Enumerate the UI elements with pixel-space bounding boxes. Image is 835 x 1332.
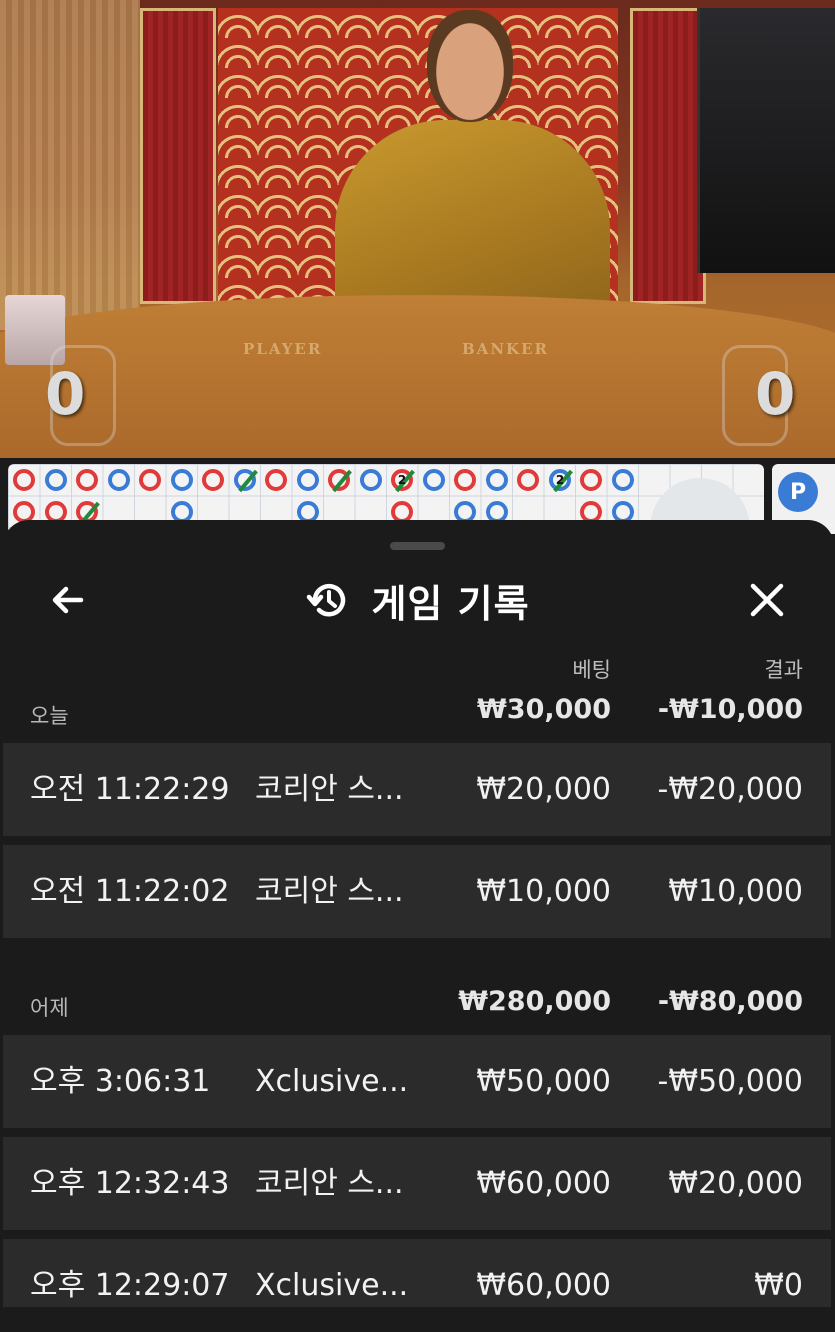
bead-banker: [13, 469, 35, 491]
baccarat-table: [0, 295, 835, 458]
dealer-body: [335, 120, 610, 320]
bead-banker: [76, 469, 98, 491]
bead-banker: [265, 469, 287, 491]
row-bet: ₩60,000: [476, 1268, 611, 1303]
bead-banker: [580, 469, 602, 491]
group-bet-total: ₩30,000: [477, 694, 611, 725]
group-label-today: 오늘: [30, 704, 69, 728]
group-label-yesterday: 어제: [30, 996, 69, 1020]
history-row[interactable]: 오전 11:22:02 코리안 스... ₩10,000 ₩10,000: [3, 845, 831, 938]
row-game: 코리안 스...: [255, 874, 404, 909]
close-icon: [750, 583, 784, 617]
bead-player: [45, 469, 67, 491]
row-time: 오전 11:22:02: [30, 874, 230, 909]
row-time: 오후 12:29:07: [30, 1268, 230, 1303]
bead-player-tie: [234, 469, 258, 493]
player-score: 0: [45, 360, 86, 428]
live-video: PLAYER BANKER 0 0: [0, 0, 835, 458]
row-result: ₩10,000: [668, 874, 803, 909]
page-title: 게임 기록: [371, 581, 530, 626]
dealer-head: [427, 10, 513, 122]
row-bet: ₩10,000: [476, 874, 611, 909]
monitor: [697, 8, 835, 273]
bead-player: [108, 469, 130, 491]
row-game: Xclusive...: [255, 1268, 409, 1303]
row-time: 오전 11:22:29: [30, 772, 230, 807]
history-row[interactable]: 오후 12:32:43 코리안 스... ₩60,000 ₩20,000: [3, 1137, 831, 1230]
row-game: 코리안 스...: [255, 1166, 404, 1201]
bead-banker: [202, 469, 224, 491]
bead-banker-numbered: 2: [391, 469, 415, 493]
history-row[interactable]: 오전 11:22:29 코리안 스... ₩20,000 -₩20,000: [3, 743, 831, 836]
red-panel-left: [140, 8, 216, 304]
bead-player: [486, 469, 508, 491]
bead-player-numbered: 2: [549, 469, 573, 493]
bead-player: [360, 469, 382, 491]
curtain: [0, 0, 140, 330]
bead-banker: [139, 469, 161, 491]
column-header-result: 결과: [764, 658, 803, 682]
row-bet: ₩60,000: [476, 1166, 611, 1201]
row-bet: ₩20,000: [476, 772, 611, 807]
red-panel-right: [630, 8, 706, 304]
sheet-header: 게임 기록: [0, 570, 835, 630]
bead-player: [171, 469, 193, 491]
banker-label: BANKER: [462, 340, 549, 358]
bead-banker: [517, 469, 539, 491]
row-result: -₩20,000: [657, 772, 803, 807]
row-game: Xclusive...: [255, 1064, 409, 1099]
row-game: 코리안 스...: [255, 772, 404, 807]
row-time: 오후 3:06:31: [30, 1064, 211, 1099]
history-row[interactable]: 오후 3:06:31 Xclusive... ₩50,000 -₩50,000: [3, 1035, 831, 1128]
row-result: ₩0: [754, 1268, 803, 1303]
bead-banker-tie: [328, 469, 352, 493]
row-result: ₩20,000: [668, 1166, 803, 1201]
player-label: PLAYER: [243, 340, 323, 358]
group-bet-total: ₩280,000: [458, 986, 611, 1017]
close-button[interactable]: [737, 570, 797, 630]
history-row[interactable]: 오후 12:29:07 Xclusive... ₩60,000 ₩0: [3, 1239, 831, 1307]
history-icon: [307, 583, 346, 617]
bead-player: [297, 469, 319, 491]
player-badge: P: [778, 472, 818, 512]
banker-score: 0: [755, 360, 796, 428]
bead-player: [423, 469, 445, 491]
row-bet: ₩50,000: [476, 1064, 611, 1099]
group-result-total: -₩80,000: [657, 986, 803, 1017]
bead-banker: [454, 469, 476, 491]
group-result-total: -₩10,000: [657, 694, 803, 725]
row-result: -₩50,000: [657, 1064, 803, 1099]
column-header-bet: 베팅: [572, 658, 611, 682]
row-time: 오후 12:32:43: [30, 1166, 230, 1201]
bead-player: [612, 469, 634, 491]
sheet-drag-handle[interactable]: [390, 542, 445, 550]
